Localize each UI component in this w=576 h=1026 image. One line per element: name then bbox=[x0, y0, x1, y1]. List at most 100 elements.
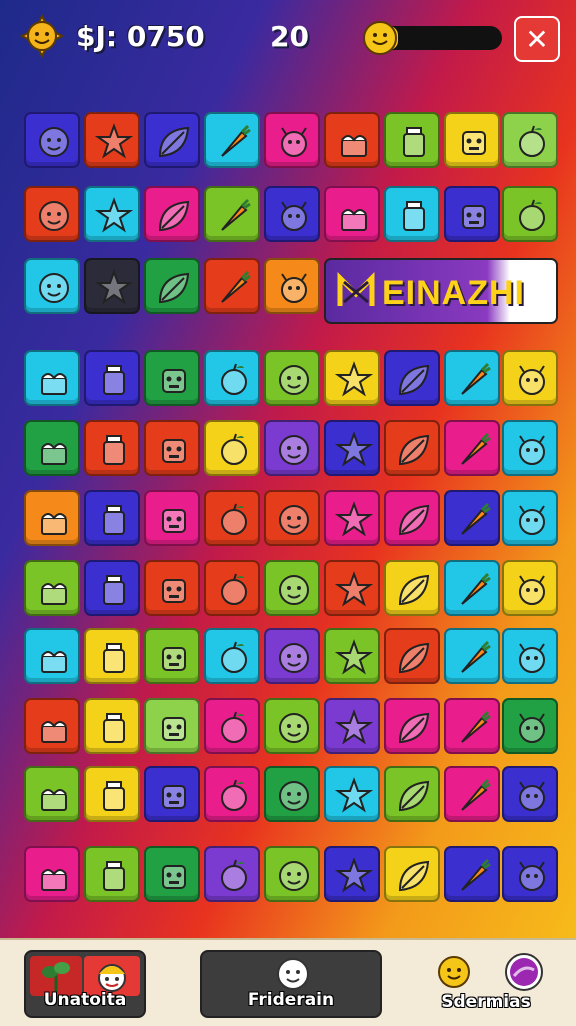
game-tile[interactable] bbox=[24, 420, 80, 476]
game-tile[interactable] bbox=[264, 846, 320, 902]
game-tile[interactable] bbox=[324, 350, 380, 406]
game-tile[interactable] bbox=[324, 698, 380, 754]
game-tile[interactable] bbox=[144, 490, 200, 546]
game-tile[interactable] bbox=[144, 846, 200, 902]
game-tile[interactable] bbox=[444, 698, 500, 754]
game-tile[interactable] bbox=[264, 258, 320, 314]
game-tile[interactable] bbox=[24, 846, 80, 902]
game-tile[interactable] bbox=[84, 628, 140, 684]
game-tile[interactable] bbox=[144, 628, 200, 684]
game-tile[interactable] bbox=[84, 420, 140, 476]
game-tile[interactable] bbox=[204, 846, 260, 902]
game-tile[interactable] bbox=[324, 112, 380, 168]
game-tile[interactable] bbox=[502, 698, 558, 754]
game-tile[interactable] bbox=[502, 490, 558, 546]
game-tile[interactable] bbox=[144, 350, 200, 406]
game-tile[interactable] bbox=[502, 420, 558, 476]
game-tile[interactable] bbox=[444, 420, 500, 476]
game-tile[interactable] bbox=[264, 350, 320, 406]
game-tile[interactable] bbox=[144, 698, 200, 754]
game-tile[interactable] bbox=[24, 698, 80, 754]
game-tile[interactable] bbox=[84, 490, 140, 546]
game-tile[interactable] bbox=[204, 350, 260, 406]
game-tile[interactable] bbox=[204, 628, 260, 684]
game-tile[interactable] bbox=[84, 350, 140, 406]
game-tile[interactable] bbox=[324, 420, 380, 476]
game-tile[interactable] bbox=[444, 560, 500, 616]
game-tile[interactable] bbox=[264, 112, 320, 168]
game-tile[interactable] bbox=[204, 186, 260, 242]
game-tile[interactable] bbox=[84, 846, 140, 902]
game-tile[interactable] bbox=[444, 186, 500, 242]
game-tile[interactable] bbox=[84, 766, 140, 822]
game-tile[interactable] bbox=[24, 258, 80, 314]
game-tile[interactable] bbox=[204, 766, 260, 822]
game-tile[interactable] bbox=[204, 698, 260, 754]
game-tile[interactable] bbox=[144, 420, 200, 476]
game-tile[interactable] bbox=[204, 490, 260, 546]
game-tile[interactable] bbox=[24, 350, 80, 406]
game-tile[interactable] bbox=[204, 258, 260, 314]
game-tile[interactable] bbox=[502, 350, 558, 406]
game-tile[interactable] bbox=[444, 490, 500, 546]
game-tile[interactable] bbox=[502, 186, 558, 242]
game-tile[interactable] bbox=[502, 766, 558, 822]
game-tile[interactable] bbox=[324, 490, 380, 546]
game-tile[interactable] bbox=[384, 846, 440, 902]
game-tile[interactable] bbox=[204, 112, 260, 168]
game-tile[interactable] bbox=[444, 350, 500, 406]
game-tile[interactable] bbox=[204, 420, 260, 476]
game-tile[interactable] bbox=[84, 112, 140, 168]
game-tile[interactable] bbox=[24, 628, 80, 684]
game-tile[interactable] bbox=[384, 420, 440, 476]
game-tile[interactable] bbox=[324, 846, 380, 902]
game-tile[interactable] bbox=[144, 112, 200, 168]
game-tile[interactable] bbox=[24, 490, 80, 546]
game-tile[interactable] bbox=[264, 490, 320, 546]
game-tile[interactable] bbox=[24, 186, 80, 242]
game-tile[interactable] bbox=[204, 560, 260, 616]
game-tile[interactable] bbox=[84, 186, 140, 242]
game-tile[interactable] bbox=[384, 186, 440, 242]
game-tile[interactable] bbox=[264, 186, 320, 242]
game-tile[interactable] bbox=[24, 766, 80, 822]
game-tile[interactable] bbox=[24, 112, 80, 168]
close-button[interactable]: ✕ bbox=[514, 16, 560, 62]
game-tile[interactable] bbox=[444, 846, 500, 902]
game-tile[interactable] bbox=[444, 628, 500, 684]
game-tile[interactable] bbox=[24, 560, 80, 616]
game-tile[interactable] bbox=[384, 112, 440, 168]
center-menu-button[interactable]: Friderain bbox=[200, 950, 382, 1018]
game-tile[interactable] bbox=[144, 766, 200, 822]
game-tile[interactable] bbox=[324, 560, 380, 616]
left-menu-button[interactable]: Unatoita bbox=[24, 950, 146, 1018]
game-tile[interactable] bbox=[144, 258, 200, 314]
game-tile[interactable] bbox=[502, 112, 558, 168]
game-tile[interactable] bbox=[264, 766, 320, 822]
game-tile[interactable] bbox=[384, 698, 440, 754]
right-menu-button[interactable]: Sdermias bbox=[420, 950, 552, 1018]
game-tile[interactable] bbox=[384, 766, 440, 822]
game-tile[interactable] bbox=[84, 258, 140, 314]
game-tile[interactable] bbox=[144, 560, 200, 616]
game-tile[interactable] bbox=[324, 186, 380, 242]
game-tile[interactable] bbox=[264, 420, 320, 476]
game-tile[interactable] bbox=[144, 186, 200, 242]
game-tile[interactable] bbox=[384, 350, 440, 406]
game-tile[interactable] bbox=[264, 560, 320, 616]
game-tile[interactable] bbox=[502, 628, 558, 684]
game-tile[interactable] bbox=[444, 766, 500, 822]
game-tile[interactable] bbox=[384, 490, 440, 546]
game-tile[interactable] bbox=[502, 846, 558, 902]
game-tile[interactable] bbox=[444, 112, 500, 168]
game-tile[interactable] bbox=[84, 698, 140, 754]
game-tile[interactable] bbox=[324, 628, 380, 684]
game-tile[interactable] bbox=[264, 628, 320, 684]
game-tile[interactable] bbox=[84, 560, 140, 616]
game-tile[interactable] bbox=[384, 560, 440, 616]
game-tile[interactable] bbox=[502, 560, 558, 616]
leaf-icon bbox=[398, 712, 430, 744]
game-tile[interactable] bbox=[264, 698, 320, 754]
game-tile[interactable] bbox=[324, 766, 380, 822]
game-tile[interactable] bbox=[384, 628, 440, 684]
